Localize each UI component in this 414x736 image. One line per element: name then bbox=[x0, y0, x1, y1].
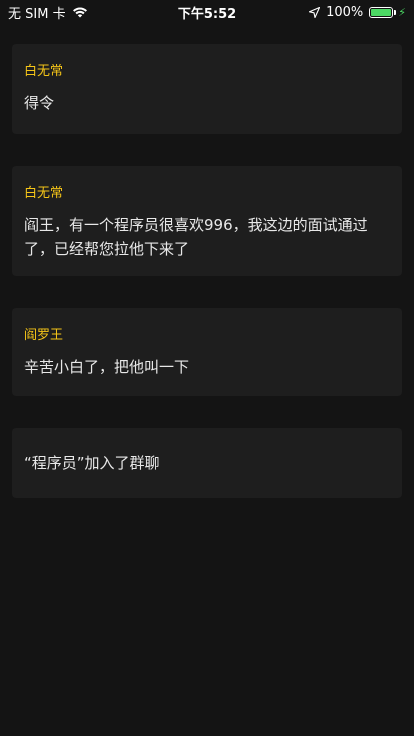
battery-icon: ⚡ bbox=[369, 6, 406, 19]
message-card: 白无常 得令 bbox=[12, 44, 402, 134]
message-card: 白无常 阎王，有一个程序员很喜欢996，我这边的面试通过了，已经帮您拉他下来了 bbox=[12, 166, 402, 276]
status-bar-left: 无 SIM 卡 bbox=[8, 3, 88, 22]
status-bar-right: 100% ⚡ bbox=[309, 5, 406, 20]
message-text: 辛苦小白了，把他叫一下 bbox=[24, 358, 190, 376]
status-bar: 无 SIM 卡 下午5:52 100% ⚡ bbox=[0, 0, 414, 24]
battery-percent: 100% bbox=[326, 4, 364, 20]
system-notice-text: “程序员”加入了群聊 bbox=[24, 454, 160, 472]
wifi-icon bbox=[72, 6, 88, 18]
battery-fill bbox=[371, 8, 392, 16]
location-arrow-icon bbox=[309, 6, 321, 18]
message-sender: 白无常 bbox=[24, 186, 64, 201]
chat-feed: 白无常 得令 白无常 阎王，有一个程序员很喜欢996，我这边的面试通过了，已经帮… bbox=[12, 44, 402, 530]
message-text: 阎王，有一个程序员很喜欢996，我这边的面试通过了，已经帮您拉他下来了 bbox=[24, 216, 368, 258]
message-sender: 阎罗王 bbox=[24, 328, 64, 343]
message-text: 得令 bbox=[24, 94, 55, 112]
system-notice-card: “程序员”加入了群聊 bbox=[12, 428, 402, 498]
message-card: 阎罗王 辛苦小白了，把他叫一下 bbox=[12, 308, 402, 396]
charging-bolt-icon: ⚡ bbox=[398, 5, 406, 19]
carrier-label: 无 SIM 卡 bbox=[8, 6, 66, 22]
message-sender: 白无常 bbox=[24, 64, 64, 79]
